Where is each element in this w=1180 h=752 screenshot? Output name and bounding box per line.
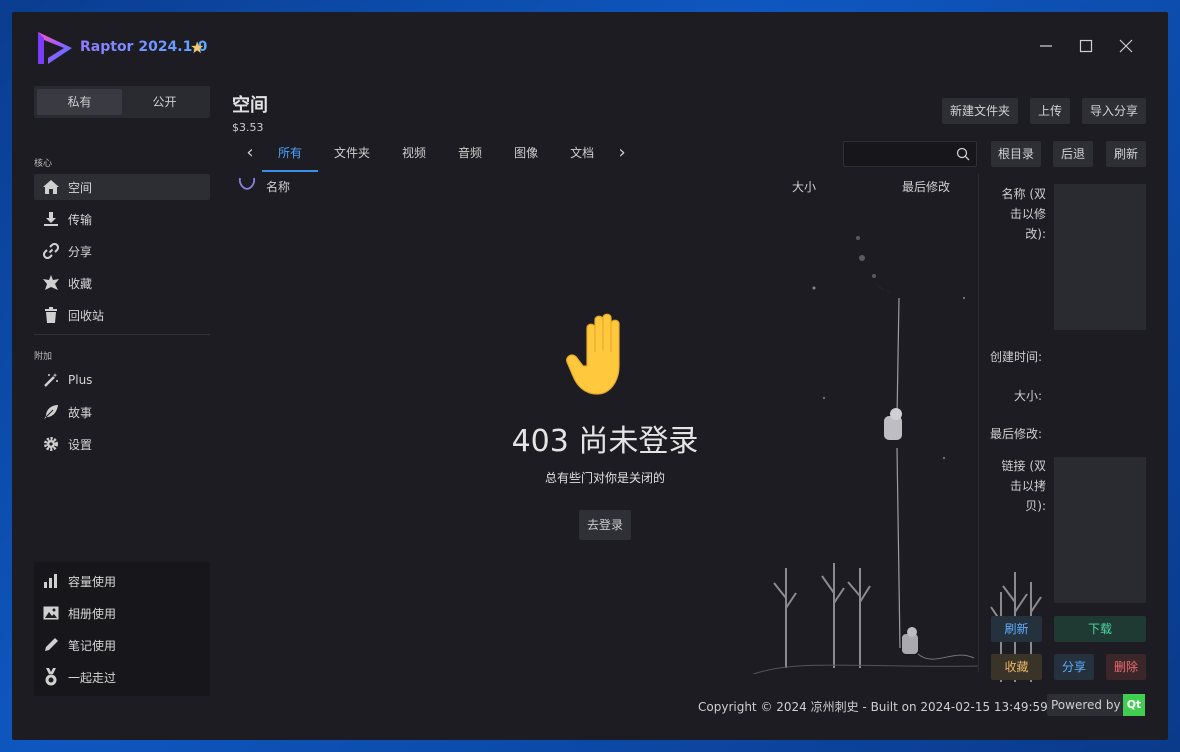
detail-link-field[interactable] <box>1054 457 1146 603</box>
download-icon <box>42 210 60 228</box>
page-title: 空间 <box>232 95 268 116</box>
usage-item-label: 相册使用 <box>68 606 117 621</box>
search-box <box>843 141 977 167</box>
magic-wand-icon <box>42 371 60 389</box>
home-icon <box>42 178 60 196</box>
refresh-list-button[interactable]: 刷新 <box>1106 141 1146 167</box>
tab-video[interactable]: 视频 <box>386 142 442 172</box>
balance-label: $3.53 <box>232 121 264 134</box>
error-title: 403 尚未登录 <box>511 424 699 459</box>
column-name[interactable]: 名称 <box>266 178 290 195</box>
sidebar-item-share[interactable]: 分享 <box>34 238 210 264</box>
maximize-button[interactable] <box>1076 38 1096 58</box>
usage-item-capacity[interactable]: 容量使用 <box>34 568 210 594</box>
close-button[interactable] <box>1116 38 1136 58</box>
usage-item-label: 一起走过 <box>68 670 117 685</box>
sidebar-item-favorites[interactable]: 收藏 <box>34 270 210 296</box>
maximize-icon <box>1079 39 1093 53</box>
import-share-button[interactable]: 导入分享 <box>1082 98 1146 124</box>
app-logo-icon <box>38 32 72 64</box>
upload-button[interactable]: 上传 <box>1030 98 1070 124</box>
gear-icon <box>42 435 60 453</box>
sidebar-item-label: 空间 <box>68 180 93 195</box>
tab-document[interactable]: 文档 <box>554 142 610 172</box>
medal-icon <box>42 668 60 686</box>
usage-item-album[interactable]: 相册使用 <box>34 600 210 626</box>
segment-private[interactable]: 私有 <box>37 89 122 115</box>
feather-icon <box>42 403 60 421</box>
app-window: Raptor 2024.1.0 ★ 私有 公开 核心 空间 传输 分享 收藏 回… <box>12 12 1168 740</box>
minimize-icon <box>1040 45 1052 47</box>
delete-button[interactable]: 删除 <box>1106 654 1146 680</box>
search-input[interactable] <box>844 142 952 166</box>
tab-all[interactable]: 所有 <box>262 142 319 172</box>
tabs-next-button[interactable]: › <box>610 142 634 172</box>
error-subtitle: 总有些门对你是关闭的 <box>544 471 665 485</box>
visibility-segment: 私有 公开 <box>34 86 210 118</box>
root-dir-button[interactable]: 根目录 <box>991 141 1041 167</box>
sidebar-item-trash[interactable]: 回收站 <box>34 302 210 328</box>
close-icon <box>1119 39 1133 53</box>
usage-item-label: 笔记使用 <box>68 638 117 653</box>
back-button[interactable]: 后退 <box>1053 141 1093 167</box>
tabs-prev-button[interactable]: ‹ <box>238 142 262 172</box>
tab-image[interactable]: 图像 <box>498 142 554 172</box>
login-button[interactable]: 去登录 <box>579 510 631 540</box>
minimize-button[interactable] <box>1036 38 1056 58</box>
sidebar-item-transfer[interactable]: 传输 <box>34 206 210 232</box>
detail-modified-label: 最后修改: <box>989 427 1042 441</box>
usage-panel: 容量使用 相册使用 笔记使用 一起走过 <box>34 562 210 696</box>
column-modified[interactable]: 最后修改 <box>902 178 950 195</box>
tab-audio[interactable]: 音频 <box>442 142 498 172</box>
new-folder-button[interactable]: 新建文件夹 <box>942 98 1018 124</box>
sidebar-divider <box>34 334 210 335</box>
sidebar-item-label: Plus <box>68 373 93 387</box>
section-core-label: 核心 <box>34 159 53 169</box>
section-extra-label: 附加 <box>34 352 53 362</box>
favorite-button[interactable]: 收藏 <box>991 654 1042 680</box>
segment-public[interactable]: 公开 <box>122 89 207 115</box>
qt-logo-icon: Qt <box>1123 694 1145 716</box>
sidebar-item-label: 传输 <box>68 212 93 227</box>
share-button[interactable]: 分享 <box>1054 654 1094 680</box>
trash-icon <box>42 306 60 324</box>
sidebar-item-plus[interactable]: Plus <box>34 367 210 393</box>
raised-hand-icon <box>566 313 620 395</box>
sidebar-item-label: 故事 <box>68 405 93 420</box>
detail-link-label: 链接 (双击以拷贝): <box>1001 459 1047 513</box>
sidebar-item-story[interactable]: 故事 <box>34 399 210 425</box>
sidebar-item-label: 收藏 <box>68 276 93 291</box>
star-icon[interactable]: ★ <box>190 38 204 57</box>
detail-name-label: 名称 (双击以修改): <box>1001 187 1047 241</box>
title-bar: Raptor 2024.1.0 ★ <box>12 12 1168 84</box>
usage-item-label: 容量使用 <box>68 574 117 589</box>
select-all-icon[interactable] <box>238 177 256 191</box>
powered-by-label: Powered by <box>1051 698 1121 712</box>
search-icon[interactable] <box>956 147 970 161</box>
tab-folder[interactable]: 文件夹 <box>318 142 386 172</box>
download-button[interactable]: 下载 <box>1054 616 1146 642</box>
sidebar-item-label: 分享 <box>68 244 93 259</box>
category-tabs: ‹ 所有 文件夹 视频 音频 图像 文档 › <box>238 142 634 172</box>
usage-item-together[interactable]: 一起走过 <box>34 664 210 690</box>
sidebar-item-label: 设置 <box>68 437 93 452</box>
pencil-icon <box>42 636 60 654</box>
detail-refresh-button[interactable]: 刷新 <box>991 616 1042 642</box>
detail-name-field[interactable] <box>1054 184 1146 330</box>
sidebar-item-space[interactable]: 空间 <box>34 174 210 200</box>
sidebar-item-label: 回收站 <box>68 308 105 323</box>
bar-chart-icon <box>42 572 60 590</box>
usage-item-notes[interactable]: 笔记使用 <box>34 632 210 658</box>
star-burst-icon <box>42 274 60 292</box>
powered-by-badge[interactable]: Powered by Qt <box>1047 694 1145 716</box>
sidebar-item-settings[interactable]: 设置 <box>34 431 210 457</box>
copyright-text: Copyright © 2024 凉州刺史 - Built on 2024-02… <box>698 700 1048 714</box>
detail-created-label: 创建时间: <box>989 350 1042 364</box>
image-icon <box>42 604 60 622</box>
app-title: Raptor 2024.1.0 <box>80 39 208 55</box>
column-size[interactable]: 大小 <box>792 178 816 195</box>
link-icon <box>42 242 60 260</box>
detail-size-label: 大小: <box>1013 389 1042 403</box>
